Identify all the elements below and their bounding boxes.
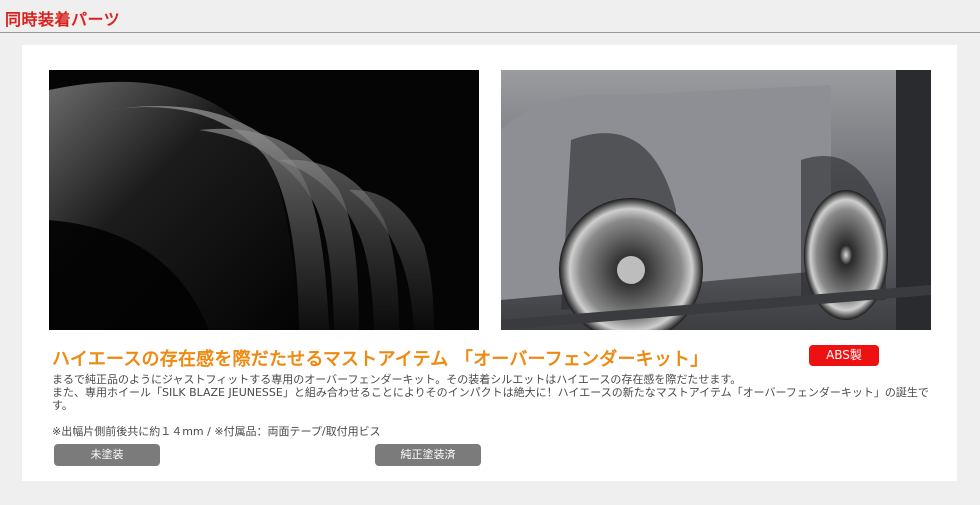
fender-closeup-image (49, 70, 479, 330)
unpainted-button[interactable]: 未塗装 (54, 444, 160, 466)
van-side-image (501, 70, 931, 330)
factory-painted-button[interactable]: 純正塗装済 (375, 444, 481, 466)
section-header: 同時装着パーツ (0, 0, 980, 33)
section-title: 同時装着パーツ (5, 10, 121, 29)
description-line: まるで純正品のようにジャストフィットする専用のオーバーフェンダーキット。その装着… (52, 373, 742, 386)
description-line: また、専用ホイール「SILK BLAZE JEUNESSE」と組み合わせることに… (52, 386, 929, 412)
material-badge: ABS製 (809, 345, 879, 366)
spec-note: ※出幅片側前後共に約１４mm / ※付属品：両面テープ/取付用ビス (52, 425, 381, 438)
product-headline: ハイエースの存在感を際だたせるマストアイテム 「オーバーフェンダーキット」 (52, 349, 709, 370)
product-description: まるで純正品のようにジャストフィットする専用のオーバーフェンダーキット。その装着… (52, 373, 932, 412)
product-panel: ハイエースの存在感を際だたせるマストアイテム 「オーバーフェンダーキット」 AB… (22, 45, 957, 481)
